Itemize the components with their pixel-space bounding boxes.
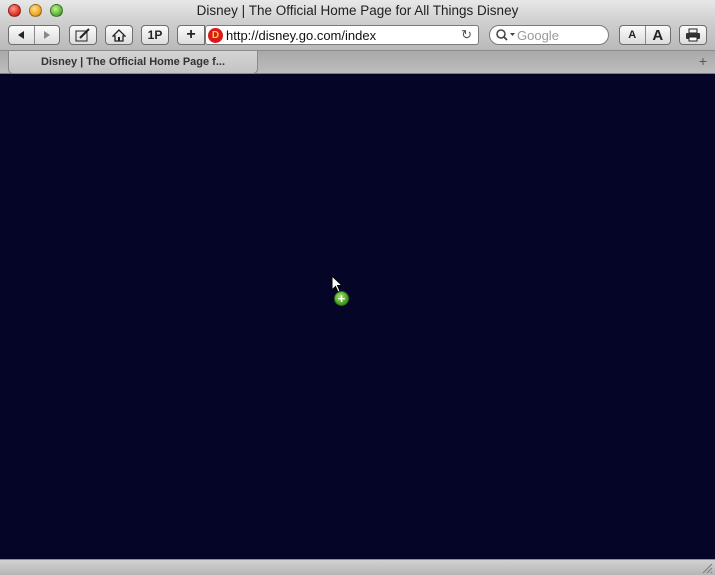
back-arrow-icon	[18, 31, 25, 39]
page-content[interactable]	[0, 74, 715, 559]
reload-icon[interactable]: ↻	[461, 27, 472, 43]
tab-disney[interactable]: Disney | The Official Home Page f...	[8, 51, 258, 74]
new-tab-button[interactable]: +	[699, 53, 707, 69]
search-icon	[496, 29, 515, 41]
text-larger-button[interactable]: A	[644, 26, 671, 44]
forward-arrow-icon	[43, 31, 50, 39]
search-field[interactable]	[489, 25, 609, 45]
onepassword-button[interactable]: 1P	[141, 25, 169, 45]
window-titlebar: Disney | The Official Home Page for All …	[0, 0, 715, 22]
copy-plus-badge-icon: +	[334, 291, 349, 306]
add-bookmark-button[interactable]: +	[177, 25, 205, 45]
printer-icon	[686, 28, 700, 42]
disney-favicon-icon: D	[208, 27, 223, 43]
edit-bookmarks-button[interactable]	[69, 25, 97, 45]
text-size-control: A A	[619, 25, 671, 45]
back-button[interactable]	[9, 26, 34, 44]
status-bar	[0, 559, 715, 575]
browser-toolbar: 1P + D http://disney.go.com/index ↻ A A	[0, 22, 715, 50]
tab-bar: Disney | The Official Home Page f... +	[0, 50, 715, 74]
search-input[interactable]	[517, 27, 601, 43]
back-forward-control	[8, 25, 60, 45]
home-icon	[112, 28, 126, 42]
forward-button[interactable]	[33, 26, 60, 44]
address-url: http://disney.go.com/index	[226, 27, 377, 43]
resize-grip-icon[interactable]	[701, 562, 713, 574]
address-bar[interactable]: D http://disney.go.com/index ↻	[205, 25, 479, 45]
window-title: Disney | The Official Home Page for All …	[196, 3, 519, 18]
home-button[interactable]	[105, 25, 133, 45]
text-smaller-button[interactable]: A	[620, 26, 645, 44]
print-button[interactable]	[679, 25, 707, 45]
pencil-icon	[75, 28, 90, 42]
